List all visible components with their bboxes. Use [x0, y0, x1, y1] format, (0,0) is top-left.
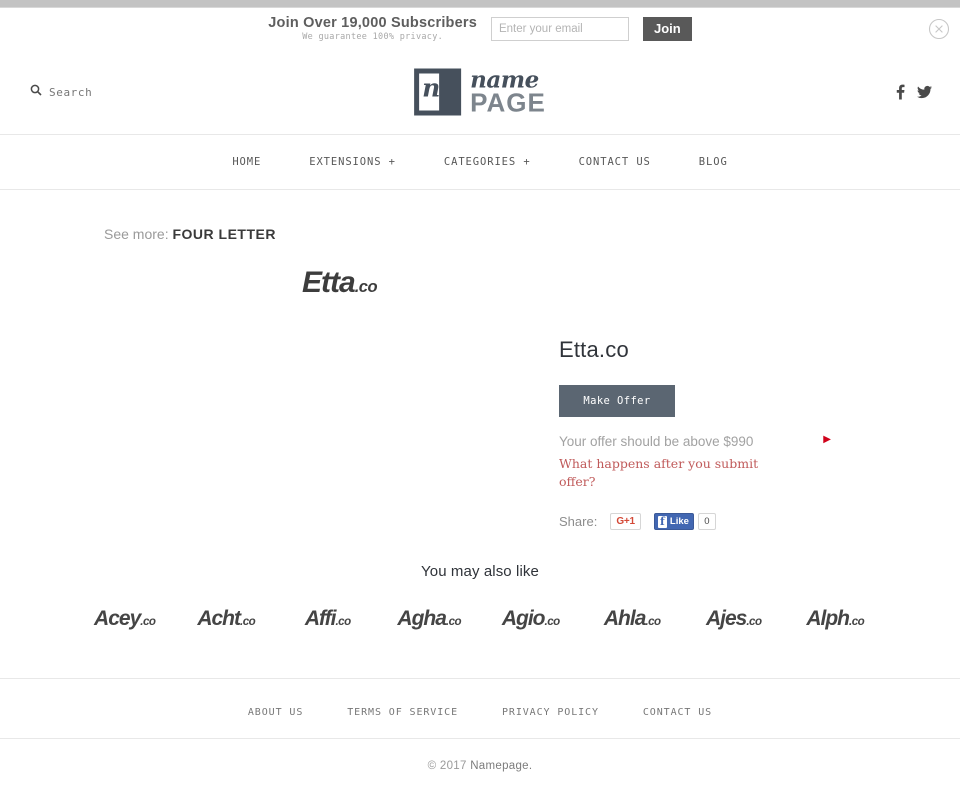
copyright-prefix: © 2017: [427, 760, 471, 772]
related-domain-name: Alph: [806, 607, 850, 630]
related-domain-tld: .co: [140, 616, 156, 628]
search-label: Search: [49, 85, 93, 99]
share-label: Share:: [559, 514, 598, 529]
what-happens-link[interactable]: What happens after you submit offer?: [559, 455, 775, 491]
related-domain-name: Agha: [397, 607, 446, 630]
facebook-icon[interactable]: [896, 84, 905, 100]
nav-item-contact-us[interactable]: CONTACT US: [555, 156, 675, 168]
copyright: © 2017 Namepage.: [0, 739, 960, 772]
offer-note-text: Your offer should be above $990: [559, 434, 754, 449]
facebook-like-count: 0: [697, 513, 716, 530]
share-row: Share: G+1 f Like 0: [559, 513, 960, 530]
see-more-category-link[interactable]: FOUR LETTER: [172, 226, 276, 242]
subscribe-bar: Join Over 19,000 Subscribers We guarante…: [0, 8, 960, 50]
footer-link-about-us[interactable]: ABOUT US: [226, 707, 325, 718]
domain-wordmark: Ajes.co: [706, 607, 762, 631]
related-domain-item[interactable]: Agio.co: [480, 607, 582, 631]
related-domain-item[interactable]: Ajes.co: [683, 607, 785, 631]
domain-wordmark-tld: .co: [354, 278, 378, 296]
related-domain-name: Affi: [304, 607, 337, 630]
related-domain-name: Acey: [94, 607, 141, 630]
domain-wordmark: Agio.co: [502, 607, 560, 631]
related-domain-name: Ajes: [705, 607, 747, 630]
footer-link-terms-of-service[interactable]: TERMS OF SERVICE: [325, 707, 480, 718]
related-domain-item[interactable]: Acey.co: [74, 607, 176, 631]
domain-wordmark: Ahla.co: [604, 607, 661, 631]
nav-item-blog[interactable]: BLOG: [675, 156, 752, 168]
make-offer-button[interactable]: Make Offer: [559, 385, 675, 417]
social-links: [896, 84, 932, 100]
footer-link-privacy-policy[interactable]: PRIVACY POLICY: [480, 707, 621, 718]
footer-link-contact-us[interactable]: CONTACT US: [621, 707, 734, 718]
nav-item-extensions[interactable]: EXTENSIONS +: [285, 156, 420, 168]
copyright-brand-link[interactable]: Namepage.: [470, 760, 532, 772]
site-logo[interactable]: n name PAGE: [414, 68, 546, 116]
arrow-right-icon: ▶: [823, 434, 831, 445]
footer-divider: [0, 678, 960, 679]
logo-text: name PAGE: [470, 69, 546, 116]
related-domain-name: Ahla: [603, 607, 647, 630]
domain-wordmark: Agha.co: [397, 607, 461, 631]
domain-detail-panel: Etta.co Make Offer Your offer should be …: [0, 337, 960, 530]
related-domain-item[interactable]: Ahla.co: [582, 607, 684, 631]
related-domain-name: Agio: [501, 607, 546, 630]
related-domain-item[interactable]: Acht.co: [176, 607, 278, 631]
domain-wordmark-large: Etta.co: [0, 266, 960, 312]
subscribe-inner: Join Over 19,000 Subscribers We guarante…: [268, 14, 692, 43]
logo-page: PAGE: [470, 87, 546, 118]
facebook-like-button[interactable]: f Like: [653, 513, 694, 530]
subscribe-subtitle: We guarantee 100% privacy.: [302, 32, 444, 43]
related-domain-tld: .co: [746, 616, 762, 628]
see-more-prefix: See more:: [104, 226, 169, 242]
facebook-f-icon: f: [657, 515, 667, 528]
domain-wordmark-name: Etta: [302, 266, 356, 299]
related-domain-tld: .co: [544, 616, 560, 628]
domain-wordmark: Acey.co: [94, 607, 156, 631]
domain-wordmark: Affi.co: [305, 607, 351, 631]
related-domain-name: Acht: [197, 607, 241, 630]
related-domain-tld: .co: [848, 616, 865, 628]
domain-wordmark: Acht.co: [197, 607, 255, 631]
google-plus-one-button[interactable]: G+1: [610, 513, 641, 530]
search-icon: [30, 83, 42, 101]
related-domains-list: Acey.co Acht.co Affi.co Agha.co Agio.co …: [0, 607, 960, 631]
page-title: Etta.co: [559, 337, 629, 362]
related-domain-tld: .co: [445, 616, 462, 628]
join-button[interactable]: Join: [642, 16, 692, 41]
main-navigation: HOME EXTENSIONS + CATEGORIES + CONTACT U…: [0, 135, 960, 190]
related-domain-tld: .co: [335, 616, 351, 628]
related-domain-tld: .co: [239, 616, 256, 628]
also-like-title: You may also like: [421, 563, 539, 580]
domain-wordmark: Alph.co: [806, 607, 864, 631]
close-circle-icon[interactable]: [928, 18, 950, 40]
logo-mark-icon: n: [414, 68, 462, 116]
related-domain-item[interactable]: Alph.co: [785, 607, 887, 631]
related-domain-item[interactable]: Agha.co: [379, 607, 481, 631]
facebook-like-label: Like: [669, 516, 689, 527]
nav-item-home[interactable]: HOME: [208, 156, 285, 168]
see-more-breadcrumb: See more: FOUR LETTER: [104, 224, 316, 244]
browser-top-strip: [0, 0, 960, 8]
search-toggle[interactable]: Search: [30, 83, 92, 101]
related-domain-tld: .co: [645, 616, 661, 628]
related-domain-item[interactable]: Affi.co: [277, 607, 379, 631]
subscribe-title: Join Over 19,000 Subscribers: [268, 14, 477, 31]
twitter-icon[interactable]: [917, 85, 932, 99]
nav-item-categories[interactable]: CATEGORIES +: [420, 156, 555, 168]
email-input[interactable]: [490, 16, 629, 41]
subscribe-text: Join Over 19,000 Subscribers We guarante…: [268, 14, 477, 43]
offer-note: Your offer should be above $990 ▶ What h…: [559, 433, 831, 491]
masthead: Search n name PAGE: [0, 50, 960, 135]
domain-wordmark: Etta.co: [302, 266, 378, 300]
logo-mark-letter: n: [422, 73, 441, 103]
footer-navigation: ABOUT US TERMS OF SERVICE PRIVACY POLICY…: [0, 687, 960, 739]
